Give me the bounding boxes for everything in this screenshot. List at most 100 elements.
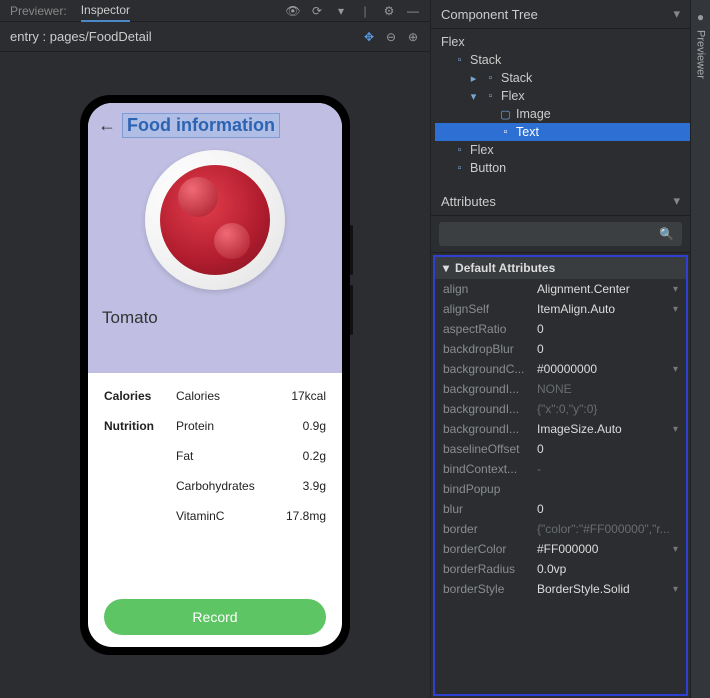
fat-label: Fat [176, 449, 272, 463]
chevron-down-icon[interactable]: ▾ [673, 193, 680, 209]
component-tree-label: Component Tree [441, 7, 538, 22]
caret-right-icon[interactable]: ▸ [467, 72, 480, 85]
chevron-down-icon[interactable]: ▾ [673, 364, 678, 375]
component-icon: ▫ [484, 90, 497, 103]
chevron-down-icon[interactable]: ▾ [673, 6, 680, 22]
attr-value: #00000000 [537, 362, 669, 376]
attr-row[interactable]: baselineOffset0 [435, 439, 686, 459]
back-icon[interactable]: ← [98, 115, 116, 136]
search-input[interactable]: 🔍 [439, 222, 682, 246]
tree-node-flex2[interactable]: ▾▫Flex [435, 87, 690, 105]
chevron-down-icon[interactable]: ▾ [673, 284, 678, 295]
tree-node-stack[interactable]: ▫Stack [435, 51, 690, 69]
attr-row[interactable]: backgroundC...#00000000 ▾ [435, 359, 686, 379]
attr-value: {"color":"#FF000000","r... [537, 522, 678, 536]
tree-node-image[interactable]: ▢Image [435, 105, 690, 123]
carbs-value: 3.9g [272, 479, 326, 493]
search-icon: 🔍 [659, 227, 674, 241]
attr-key: borderColor [443, 542, 537, 556]
eye-icon[interactable]: 👁 [286, 4, 300, 18]
calories-label: Calories [104, 389, 176, 403]
previewer-vtab[interactable]: Previewer [695, 30, 707, 79]
attr-key: backgroundI... [443, 402, 537, 416]
attr-key: blur [443, 502, 537, 516]
attr-row[interactable]: aspectRatio0 [435, 319, 686, 339]
preview-canvas[interactable]: ← Food information Tomato Calories Calor… [0, 52, 430, 698]
chevron-down-icon[interactable]: ▾ [673, 584, 678, 595]
zoom-out-icon[interactable]: ⊖ [384, 30, 398, 44]
default-attributes-header[interactable]: ▾ Default Attributes [435, 257, 686, 279]
component-icon: ▫ [484, 72, 497, 85]
tree-node-stack2[interactable]: ▸▫Stack [435, 69, 690, 87]
attr-row[interactable]: borderColor#FF000000 ▾ [435, 539, 686, 559]
attr-row[interactable]: backgroundI...{"x":0,"y":0} [435, 399, 686, 419]
default-attributes-label: Default Attributes [455, 261, 555, 275]
image-icon: ▢ [499, 108, 512, 121]
attr-key: align [443, 282, 537, 296]
component-icon: ▫ [453, 54, 466, 67]
caret-down-icon[interactable]: ▾ [467, 90, 480, 103]
dot-icon[interactable]: ● [694, 10, 708, 24]
page-title[interactable]: Food information [122, 113, 280, 138]
top-tabs: Previewer: Inspector 👁 ⟳ ▾ | ⚙ — [0, 0, 430, 22]
record-button[interactable]: Record [104, 599, 326, 635]
component-tree: Flex ▫Stack ▸▫Stack ▾▫Flex ▢Image ▫Text … [431, 29, 690, 187]
protein-label: Protein [176, 419, 272, 433]
attr-value: Alignment.Center [537, 282, 669, 296]
calories-value: 17kcal [272, 389, 326, 403]
chevron-down-icon[interactable]: ▾ [673, 544, 678, 555]
attr-key: borderRadius [443, 562, 537, 576]
attr-key: baselineOffset [443, 442, 537, 456]
gear-icon[interactable]: ⚙ [382, 4, 396, 18]
attr-row[interactable]: bindPopup [435, 479, 686, 499]
tree-node-flex3[interactable]: ▫Flex [435, 141, 690, 159]
attr-row[interactable]: alignSelfItemAlign.Auto▾ [435, 299, 686, 319]
tree-node-text[interactable]: ▫Text [435, 123, 690, 141]
attr-row[interactable]: border{"color":"#FF000000","r... [435, 519, 686, 539]
attr-key: backgroundC... [443, 362, 537, 376]
attributes-label: Attributes [441, 194, 496, 209]
attr-key: bindContext... [443, 462, 537, 476]
attr-row[interactable]: borderRadius0.0vp [435, 559, 686, 579]
attr-key: border [443, 522, 537, 536]
attr-row[interactable]: backgroundI...ImageSize.Auto▾ [435, 419, 686, 439]
attr-key: backgroundI... [443, 382, 537, 396]
phone-header: ← Food information Tomato [88, 103, 342, 373]
phone-body: Calories Calories 17kcal Nutrition Prote… [88, 373, 342, 595]
food-name: Tomato [102, 308, 332, 328]
move-icon[interactable]: ✥ [362, 30, 376, 44]
tab-inspector[interactable]: Inspector [81, 0, 130, 22]
tree-node-flex[interactable]: Flex [435, 33, 690, 51]
attr-row[interactable]: borderStyleBorderStyle.Solid▾ [435, 579, 686, 599]
attr-row[interactable]: blur0 [435, 499, 686, 519]
vitc-label: VitaminC [176, 509, 272, 523]
attr-value: {"x":0,"y":0} [537, 402, 678, 416]
component-tree-title[interactable]: Component Tree ▾ [431, 0, 690, 29]
chevron-down-icon[interactable]: ▾ [673, 424, 678, 435]
attr-row[interactable]: backdropBlur0 [435, 339, 686, 359]
attributes-title[interactable]: Attributes ▾ [431, 187, 690, 216]
right-panel: Component Tree ▾ Flex ▫Stack ▸▫Stack ▾▫F… [430, 0, 690, 698]
component-icon: ▫ [499, 126, 512, 139]
attr-key: bindPopup [443, 482, 537, 496]
minimize-icon[interactable]: — [406, 4, 420, 18]
tab-previewer[interactable]: Previewer: [10, 1, 67, 21]
protein-value: 0.9g [272, 419, 326, 433]
attr-row[interactable]: bindContext...- [435, 459, 686, 479]
attr-row[interactable]: alignAlignment.Center ▾ [435, 279, 686, 299]
chevron-down-icon[interactable]: ▾ [673, 304, 678, 315]
attr-key: alignSelf [443, 302, 537, 316]
phone-screen: ← Food information Tomato Calories Calor… [88, 103, 342, 647]
filter-icon[interactable]: ▾ [334, 4, 348, 18]
refresh-icon[interactable]: ⟳ [310, 4, 324, 18]
attr-row[interactable]: backgroundI...NONE [435, 379, 686, 399]
attr-value: #FF000000 [537, 542, 669, 556]
caret-down-icon[interactable]: ▾ [443, 261, 449, 275]
component-icon: ▫ [453, 144, 466, 157]
entry-path: entry : pages/FoodDetail [10, 29, 152, 44]
attr-value: 0 [537, 442, 678, 456]
zoom-in-icon[interactable]: ⊕ [406, 30, 420, 44]
entry-bar: entry : pages/FoodDetail ✥ ⊖ ⊕ [0, 22, 430, 52]
tree-node-button[interactable]: ▫Button [435, 159, 690, 177]
right-gutter: ● Previewer [690, 0, 710, 698]
